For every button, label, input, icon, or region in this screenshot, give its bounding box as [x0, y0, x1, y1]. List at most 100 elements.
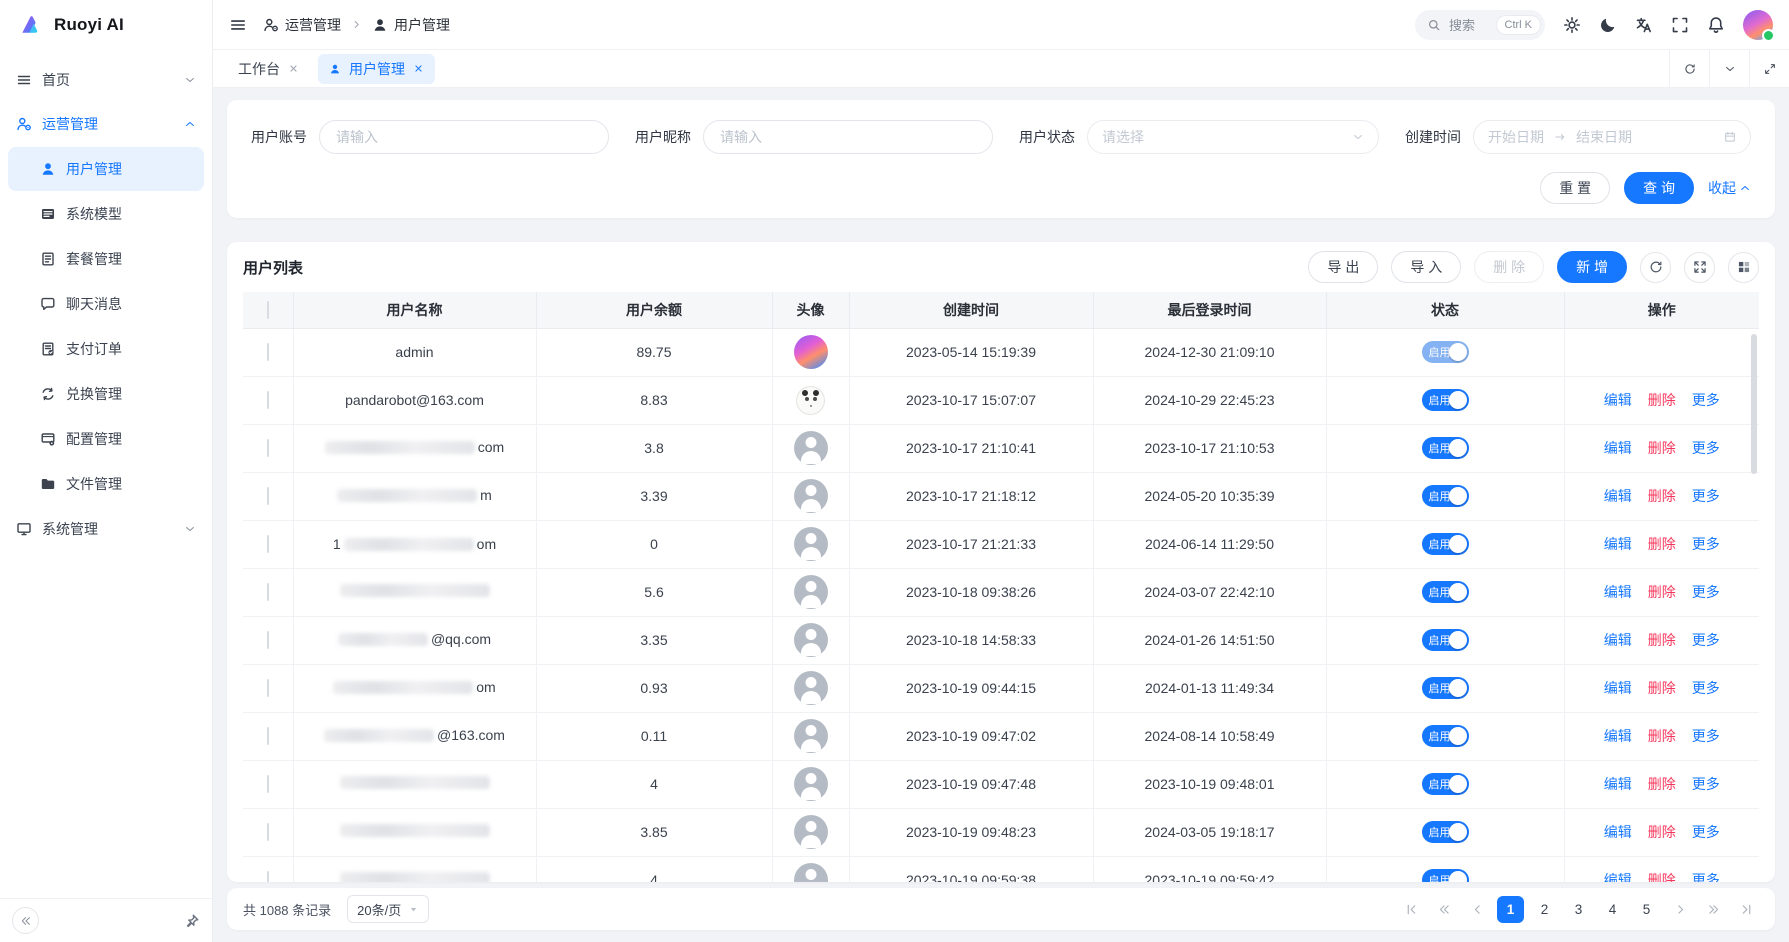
pagination-prev-button[interactable] [1464, 896, 1490, 922]
more-link[interactable]: 更多 [1692, 872, 1720, 882]
delete-link[interactable]: 删除 [1648, 872, 1676, 882]
breadcrumb-operations[interactable]: 运营管理 [263, 15, 341, 35]
edit-link[interactable]: 编辑 [1604, 776, 1632, 792]
toolbar-import-button[interactable]: 导 入 [1391, 251, 1461, 283]
expand-button[interactable] [1749, 50, 1789, 87]
toolbar-add-button[interactable]: 新 增 [1557, 251, 1627, 283]
edit-link[interactable]: 编辑 [1604, 584, 1632, 600]
sidebar-item-user-management[interactable]: 用户管理 [8, 147, 204, 191]
page-number[interactable]: 2 [1531, 896, 1558, 923]
status-select[interactable]: 请选择 [1087, 120, 1379, 154]
row-checkbox[interactable] [267, 583, 269, 601]
status-toggle[interactable]: 启用 [1422, 773, 1469, 795]
more-link[interactable]: 更多 [1692, 536, 1720, 552]
date-range-input[interactable]: 开始日期结束日期 [1473, 120, 1751, 154]
delete-link[interactable]: 删除 [1648, 728, 1676, 744]
status-toggle[interactable]: 启用 [1422, 725, 1469, 747]
row-checkbox[interactable] [267, 871, 269, 882]
sidebar-item-redeem-management[interactable]: 兑换管理 [8, 372, 204, 416]
row-checkbox[interactable] [267, 343, 269, 361]
more-link[interactable]: 更多 [1692, 392, 1720, 408]
page-number[interactable]: 5 [1633, 896, 1660, 923]
settings-button[interactable] [1563, 16, 1581, 34]
select-all-checkbox[interactable] [267, 301, 269, 319]
status-toggle[interactable]: 启用 [1422, 533, 1469, 555]
more-link[interactable]: 更多 [1692, 728, 1720, 744]
pagination-next-button[interactable] [1667, 896, 1693, 922]
row-checkbox[interactable] [267, 535, 269, 553]
sidebar-collapse-button[interactable] [12, 907, 39, 934]
sidebar-group-operations[interactable]: 运营管理 [0, 102, 212, 146]
status-toggle[interactable]: 启用 [1422, 389, 1469, 411]
tab-workbench[interactable]: 工作台 [227, 54, 310, 84]
more-link[interactable]: 更多 [1692, 680, 1720, 696]
delete-link[interactable]: 删除 [1648, 824, 1676, 840]
row-checkbox[interactable] [267, 823, 269, 841]
translate-button[interactable] [1635, 16, 1653, 34]
edit-link[interactable]: 编辑 [1604, 536, 1632, 552]
reset-button[interactable]: 重 置 [1540, 172, 1610, 204]
sidebar-toggle-button[interactable] [229, 16, 247, 34]
maximize-button[interactable] [1684, 252, 1715, 283]
page-number[interactable]: 3 [1565, 896, 1592, 923]
delete-link[interactable]: 删除 [1648, 536, 1676, 552]
status-toggle[interactable]: 启用 [1422, 677, 1469, 699]
row-checkbox[interactable] [267, 391, 269, 409]
sidebar-item-file-management[interactable]: 文件管理 [8, 462, 204, 506]
status-toggle[interactable]: 启用 [1422, 821, 1469, 843]
delete-link[interactable]: 删除 [1648, 392, 1676, 408]
more-link[interactable]: 更多 [1692, 632, 1720, 648]
table-scrollbar[interactable] [1751, 334, 1757, 474]
close-icon[interactable] [413, 63, 424, 74]
edit-link[interactable]: 编辑 [1604, 872, 1632, 882]
toolbar-delete-button[interactable]: 删 除 [1474, 251, 1544, 283]
refresh-button[interactable] [1640, 252, 1671, 283]
breadcrumb-user-management[interactable]: 用户管理 [372, 15, 450, 35]
delete-link[interactable]: 删除 [1648, 488, 1676, 504]
delete-link[interactable]: 删除 [1648, 632, 1676, 648]
page-number[interactable]: 4 [1599, 896, 1626, 923]
edit-link[interactable]: 编辑 [1604, 440, 1632, 456]
status-toggle[interactable]: 启用 [1422, 629, 1469, 651]
account-input[interactable] [319, 120, 609, 154]
more-link[interactable]: 更多 [1692, 488, 1720, 504]
fullscreen-button[interactable] [1671, 16, 1689, 34]
pagination-next-double-button[interactable] [1700, 896, 1726, 922]
row-checkbox[interactable] [267, 631, 269, 649]
collapse-filter-link[interactable]: 收起 [1708, 178, 1751, 198]
moon-button[interactable] [1599, 16, 1617, 34]
delete-link[interactable]: 删除 [1648, 776, 1676, 792]
sidebar-item-chat-messages[interactable]: 聊天消息 [8, 282, 204, 326]
status-toggle[interactable]: 启用 [1422, 869, 1469, 882]
grid-button[interactable] [1728, 252, 1759, 283]
more-link[interactable]: 更多 [1692, 776, 1720, 792]
bell-button[interactable] [1707, 16, 1725, 34]
sidebar-item-package-management[interactable]: 套餐管理 [8, 237, 204, 281]
nickname-input[interactable] [703, 120, 993, 154]
edit-link[interactable]: 编辑 [1604, 680, 1632, 696]
row-checkbox[interactable] [267, 487, 269, 505]
more-link[interactable]: 更多 [1692, 584, 1720, 600]
status-toggle[interactable]: 启用 [1422, 437, 1469, 459]
user-avatar-button[interactable] [1743, 10, 1773, 40]
page-size-select[interactable]: 20条/页 [347, 895, 429, 923]
edit-link[interactable]: 编辑 [1604, 392, 1632, 408]
row-checkbox[interactable] [267, 727, 269, 745]
sidebar-item-config-management[interactable]: 配置管理 [8, 417, 204, 461]
pagination-prev-double-button[interactable] [1431, 896, 1457, 922]
tab-user-management[interactable]: 用户管理 [318, 54, 435, 84]
delete-link[interactable]: 删除 [1648, 584, 1676, 600]
sidebar-item-payment-orders[interactable]: 支付订单 [8, 327, 204, 371]
more-link[interactable]: 更多 [1692, 824, 1720, 840]
status-toggle[interactable]: 启用 [1422, 485, 1469, 507]
delete-link[interactable]: 删除 [1648, 440, 1676, 456]
search-button[interactable]: 查 询 [1624, 172, 1694, 204]
page-number-active[interactable]: 1 [1497, 896, 1524, 923]
edit-link[interactable]: 编辑 [1604, 488, 1632, 504]
status-toggle[interactable]: 启用 [1422, 581, 1469, 603]
edit-link[interactable]: 编辑 [1604, 728, 1632, 744]
more-link[interactable]: 更多 [1692, 440, 1720, 456]
global-search[interactable]: 搜索 Ctrl K [1415, 10, 1545, 40]
sidebar-group-system-management[interactable]: 系统管理 [0, 507, 212, 551]
pagination-last-button[interactable] [1733, 896, 1759, 922]
